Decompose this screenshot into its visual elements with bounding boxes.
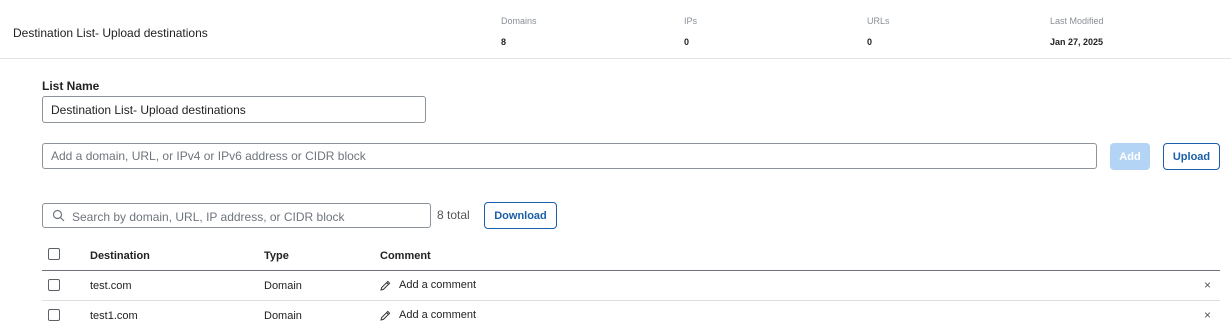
list-title: Destination List- Upload destinations [13,26,208,40]
select-all-checkbox[interactable] [48,248,60,260]
list-name-label: List Name [42,79,100,93]
row-destination: test.com [90,280,132,292]
stat-value: Jan 27, 2025 [1050,37,1104,47]
search-input[interactable] [70,204,429,229]
add-comment-link[interactable]: Add a comment [380,309,476,321]
pencil-icon [380,280,391,291]
download-button[interactable]: Download [484,202,557,229]
search-icon [52,209,65,222]
row-type: Domain [264,280,302,292]
column-header-destination: Destination [90,250,150,262]
stat-label: Last Modified [1050,16,1104,26]
pencil-icon [380,310,391,321]
stat-ips: IPs 0 [684,16,697,47]
stat-value: 8 [501,37,507,47]
list-name-input[interactable] [42,96,426,123]
comment-label: Add a comment [399,309,477,321]
total-count: 8 total [437,208,470,222]
row-destination: test1.com [90,310,138,322]
stat-label: IPs [684,16,698,26]
stat-urls: URLs 0 [867,16,890,47]
column-header-type: Type [264,250,289,262]
row-checkbox[interactable] [48,279,60,291]
comment-label: Add a comment [399,279,477,291]
row-checkbox[interactable] [48,309,60,321]
list-header: Destination List- Upload destinations Do… [0,0,1231,59]
column-header-comment: Comment [380,250,431,262]
add-comment-link[interactable]: Add a comment [380,279,476,291]
upload-button[interactable]: Upload [1163,143,1220,170]
stat-label: URLs [867,16,890,26]
add-button[interactable]: Add [1110,143,1150,170]
close-icon[interactable]: × [1204,308,1211,322]
stat-last-modified: Last Modified Jan 27, 2025 [1050,16,1104,47]
stat-domains: Domains 8 [501,16,537,47]
stat-label: Domains [501,16,537,26]
search-box[interactable] [42,203,431,229]
row-type: Domain [264,310,302,322]
add-destination-input[interactable] [42,143,1097,169]
stat-value: 0 [867,37,873,47]
stat-value: 0 [684,37,690,47]
table-header-divider [42,270,1220,271]
close-icon[interactable]: × [1204,278,1211,292]
row-divider [42,300,1220,301]
